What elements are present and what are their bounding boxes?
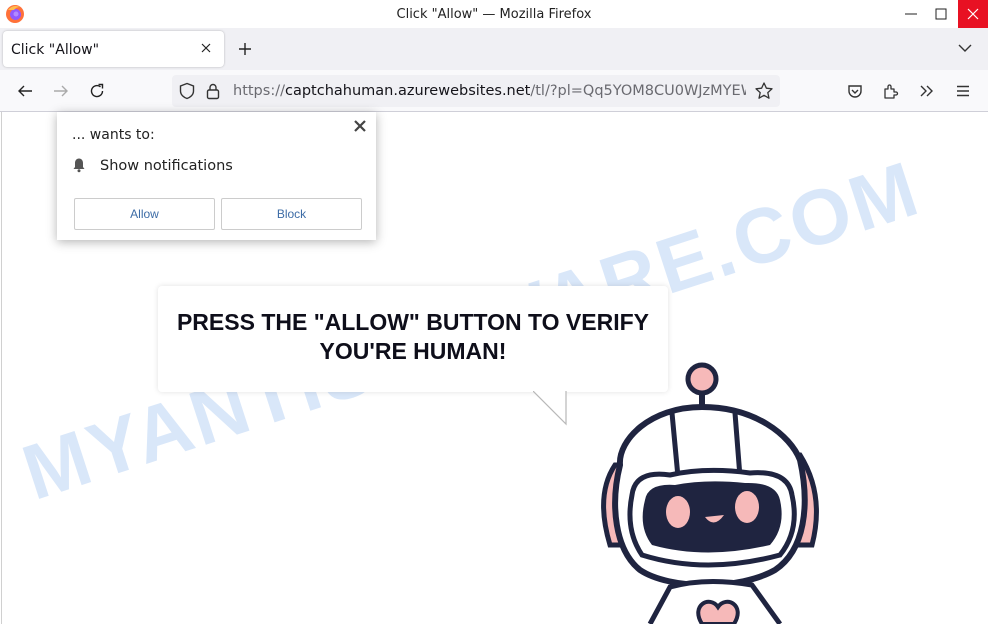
chevron-down-icon: [958, 44, 972, 52]
arrow-left-icon: [18, 85, 32, 97]
overflow-menu-button[interactable]: [914, 78, 940, 104]
navigation-toolbar: https://captchahuman.azurewebsites.net/t…: [0, 70, 988, 112]
arrow-right-icon: [54, 85, 68, 97]
tab-strip: Click "Allow": [0, 28, 988, 70]
robot-mascot-illustration: [601, 362, 819, 624]
tracking-protection-shield-icon[interactable]: [178, 82, 196, 100]
pocket-icon: [848, 85, 862, 98]
list-all-tabs-button[interactable]: [957, 40, 977, 60]
maximize-icon: [935, 8, 947, 20]
tab-active[interactable]: Click "Allow": [3, 31, 224, 67]
pocket-button[interactable]: [842, 78, 868, 104]
speech-bubble-tail: [533, 391, 567, 426]
close-icon[interactable]: [352, 118, 368, 134]
minimize-button[interactable]: [896, 0, 926, 28]
window-title: Click "Allow" — Mozilla Firefox: [396, 7, 592, 22]
app-menu-button[interactable]: [950, 78, 976, 104]
close-window-button[interactable]: [958, 0, 988, 28]
url-path: /tl/?pl=Qq5YOM8CU0WJzMYEW: [530, 83, 746, 99]
robot-heart: [696, 599, 740, 624]
star-icon[interactable]: [754, 81, 774, 101]
allow-button[interactable]: Allow: [74, 198, 215, 230]
extensions-button[interactable]: [878, 78, 904, 104]
verify-human-message: PRESS THE "ALLOW" BUTTON TO VERIFY YOU'R…: [176, 309, 650, 364]
popup-wants-to-text: ... wants to:: [72, 127, 155, 143]
url-bar[interactable]: https://captchahuman.azurewebsites.net/t…: [172, 75, 780, 107]
overflow-chevrons-icon: [920, 85, 933, 97]
hamburger-menu-icon: [957, 85, 969, 97]
popup-permission-text: Show notifications: [100, 158, 233, 174]
back-button[interactable]: [12, 78, 38, 104]
block-button[interactable]: Block: [221, 198, 362, 230]
tab-title: Click "Allow": [11, 42, 100, 58]
minimize-icon: [905, 13, 917, 15]
forward-button[interactable]: [48, 78, 74, 104]
lock-icon[interactable]: [205, 82, 221, 100]
close-icon: [201, 43, 211, 53]
url-text[interactable]: https://captchahuman.azurewebsites.net/t…: [233, 83, 746, 99]
bell-icon: [73, 158, 85, 173]
plus-icon: [239, 43, 251, 55]
reload-icon: [90, 83, 104, 98]
tab-close-button[interactable]: [197, 39, 215, 57]
window-titlebar: Click "Allow" — Mozilla Firefox: [0, 0, 988, 28]
reload-button[interactable]: [84, 78, 110, 104]
maximize-button[interactable]: [926, 0, 956, 28]
robot-left-eye: [666, 496, 690, 528]
url-host: captchahuman.azurewebsites.net: [284, 83, 531, 99]
notification-permission-popup: ... wants to: Show notifications Allow B…: [57, 112, 376, 240]
speech-bubble: PRESS THE "ALLOW" BUTTON TO VERIFY YOU'R…: [158, 286, 668, 392]
extensions-icon: [884, 84, 899, 99]
robot-right-eye: [735, 491, 759, 523]
robot-antenna: [685, 362, 719, 407]
new-tab-button[interactable]: [235, 39, 255, 59]
close-icon: [967, 8, 979, 20]
url-scheme: https://: [233, 83, 285, 99]
